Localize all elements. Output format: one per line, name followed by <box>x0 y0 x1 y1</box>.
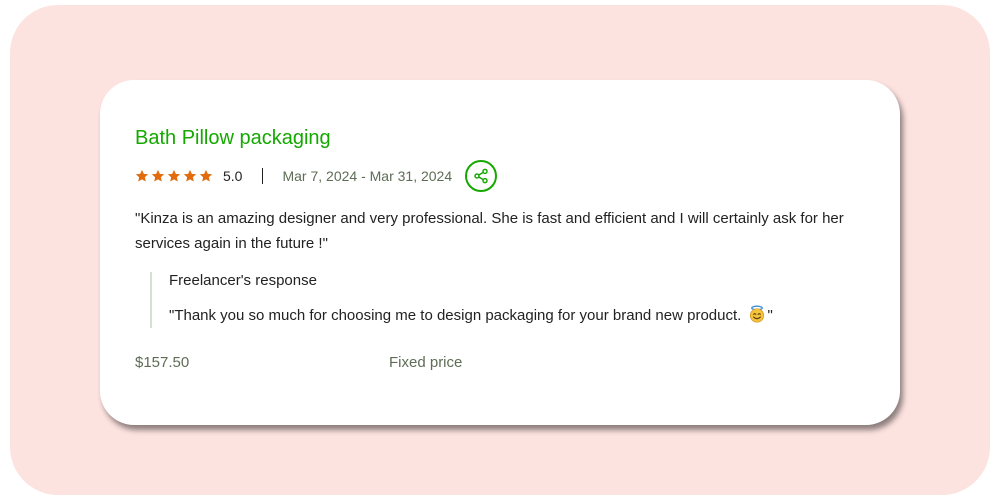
star-icon <box>135 169 149 183</box>
freelancer-response-closing-quote: " <box>767 307 773 324</box>
client-feedback-text: "Kinza is an amazing designer and very p… <box>135 210 844 252</box>
freelancer-response-label: Freelancer's response <box>169 272 317 289</box>
star-icon <box>167 169 181 183</box>
project-title-link[interactable]: Bath Pillow packaging <box>135 127 331 150</box>
contract-price: $157.50 <box>135 354 190 371</box>
share-icon <box>474 168 488 184</box>
contract-price-type: Fixed price <box>389 354 463 371</box>
freelancer-response-block: Freelancer's response "Thank you so much… <box>150 272 852 328</box>
rating-value: 5.0 <box>223 168 243 184</box>
star-icon <box>199 169 213 183</box>
freelancer-response-body: "Thank you so much for choosing me to de… <box>169 307 742 324</box>
contract-date-range: Mar 7, 2024 - Mar 31, 2024 <box>282 168 453 184</box>
review-meta-row: 5.0 Mar 7, 2024 - Mar 31, 2024 <box>135 160 498 192</box>
share-button[interactable] <box>465 160 498 192</box>
star-rating <box>135 169 213 183</box>
freelancer-response-text: "Thank you so much for choosing me to de… <box>169 305 773 324</box>
star-icon <box>183 169 197 183</box>
star-icon <box>151 169 165 183</box>
smiling-face-with-halo-icon <box>748 305 766 323</box>
meta-divider <box>262 168 264 184</box>
review-card: Bath Pillow packaging 5.0 Mar 7, 2024 - … <box>100 80 900 425</box>
